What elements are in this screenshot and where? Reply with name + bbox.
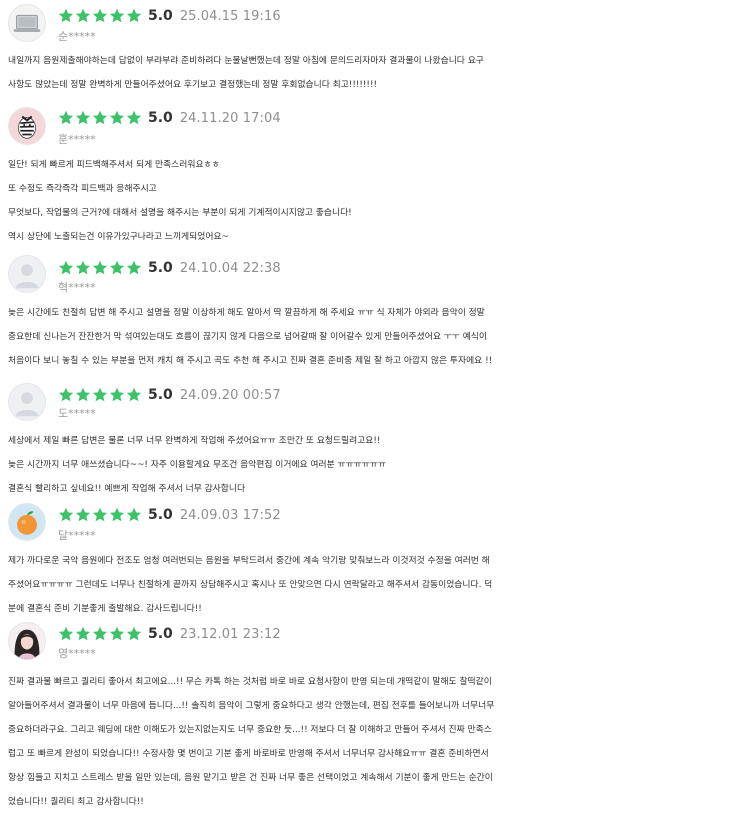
reviewer-name: 도*****	[58, 407, 96, 420]
star-icon	[92, 110, 108, 125]
star-rating	[58, 387, 142, 403]
star-rating	[58, 507, 142, 523]
star-icon	[58, 110, 74, 125]
star-icon	[92, 626, 108, 641]
star-icon	[109, 507, 125, 522]
star-icon	[109, 387, 125, 402]
review-text-line: 진짜 결과물 빠르고 퀄리티 좋아서 최고에요...!! 무슨 카톡 하는 것처…	[8, 677, 492, 687]
review-date: 24.09.20 00:57	[179, 387, 281, 403]
rating-row: 5.0 24.11.20 17:04	[58, 108, 281, 128]
rating-score: 5.0	[148, 260, 173, 276]
reviewer-name: 훈*****	[58, 133, 96, 146]
review-text-line: 늦은 시간에도 친절히 답변 해 주시고 설명을 정말 이상하게 해도 알아서 …	[8, 308, 485, 318]
star-icon	[58, 507, 74, 522]
review-date: 23.12.01 23:12	[179, 626, 281, 642]
star-icon	[92, 8, 108, 23]
star-icon	[126, 626, 142, 641]
review-text-line: 내일까지 음원제출해야하는데 답없이 부랴부랴 준비하려다 눈물날뻔했는데 정말…	[8, 56, 484, 66]
rating-score: 5.0	[148, 387, 173, 403]
review-text-line: 중요한데 신나는거 잔잔한거 막 섞여있는대도 흐름이 끊기지 않게 다음으로 …	[8, 332, 487, 342]
review-text-line: 럽고 또 빠르게 완성이 되었습니다!! 수정사항 몇 번이고 기분 좋게 바로…	[8, 749, 489, 759]
review-text-line: 무엇보다, 작업물의 근거?에 대해서 설명을 해주시는 부분이 되게 기계적이…	[8, 208, 352, 218]
review-date: 24.11.20 17:04	[179, 110, 281, 126]
star-icon	[58, 260, 74, 275]
rating-row: 5.0 24.09.03 17:52	[58, 505, 281, 525]
review-date: 24.10.04 22:38	[179, 260, 281, 276]
star-icon	[75, 626, 91, 641]
zebra-avatar	[8, 107, 46, 145]
rating-row: 5.0 25.04.15 19:16	[58, 6, 281, 26]
portrait-avatar	[8, 622, 46, 660]
rating-row: 5.0 24.10.04 22:38	[58, 258, 281, 278]
star-icon	[58, 8, 74, 23]
star-rating	[58, 8, 142, 24]
rating-score: 5.0	[148, 626, 173, 642]
review-text-line: 주셨어요ㅠㅠㅠㅠ 그런데도 너무나 친절하게 끝까지 상담해주시고 혹시나 또 …	[8, 580, 493, 590]
review-text-line: 또 수정도 즉각즉각 피드백과 응해주시고	[8, 184, 157, 194]
review-text: 진짜 결과물 빠르고 퀄리티 좋아서 최고에요...!! 무슨 카톡 하는 것처…	[8, 670, 736, 814]
review-text-line: 사항도 많았는데 정말 완벽하게 만들어주셨어요 후기보고 결정했는데 정말 후…	[8, 80, 378, 90]
star-icon	[109, 110, 125, 125]
review-text: 내일까지 음원제출해야하는데 답없이 부랴부랴 준비하려다 눈물날뻔했는데 정말…	[8, 49, 736, 97]
reviewer-name: 혁*****	[58, 281, 96, 294]
review-text-line: 분에 결혼식 준비 기분좋게 출발해요. 감사드립니다!!	[8, 604, 202, 614]
rating-score: 5.0	[148, 8, 173, 24]
review-text: 늦은 시간에도 친절히 답변 해 주시고 설명을 정말 이상하게 해도 알아서 …	[8, 301, 736, 373]
review-text-line: 항상 힘들고 지치고 스트레스 받을 일만 있는데, 음원 맡기고 받은 건 진…	[8, 773, 493, 783]
rating-row: 5.0 23.12.01 23:12	[58, 624, 281, 644]
star-rating	[58, 626, 142, 642]
star-icon	[75, 387, 91, 402]
star-icon	[75, 507, 91, 522]
review-text-line: 알아들어주셔서 결과물이 너무 마음에 듭니다...!! 솔직히 음악이 그렇게…	[8, 701, 495, 711]
review-date: 24.09.03 17:52	[179, 507, 281, 523]
star-icon	[75, 110, 91, 125]
rating-score: 5.0	[148, 110, 173, 126]
star-icon	[58, 387, 74, 402]
star-icon	[109, 8, 125, 23]
review-text: 세상에서 제일 빠른 답변은 물론 너무 너무 완벽하게 작업해 주셨어요ㅠㅠ …	[8, 429, 736, 501]
star-icon	[109, 626, 125, 641]
star-icon	[92, 507, 108, 522]
star-icon	[126, 507, 142, 522]
review-text: 제가 까다로운 국악 음원에다 전조도 엄청 여러번되는 음원을 부탁드려서 중…	[8, 549, 736, 621]
rating-score: 5.0	[148, 507, 173, 523]
review-text-line: 세상에서 제일 빠른 답변은 물론 너무 너무 완벽하게 작업해 주셨어요ㅠㅠ …	[8, 436, 381, 446]
star-rating	[58, 260, 142, 276]
star-icon	[126, 110, 142, 125]
star-icon	[109, 260, 125, 275]
star-icon	[58, 626, 74, 641]
review-text-line: 제가 까다로운 국악 음원에다 전조도 엄청 여러번되는 음원을 부탁드려서 중…	[8, 556, 490, 566]
review-date: 25.04.15 19:16	[179, 8, 281, 24]
review-text-line: 중요하더라구요. 그리고 웨딩에 대한 이해도가 있는지없는지도 너무 중요한 …	[8, 725, 492, 735]
star-icon	[75, 260, 91, 275]
reviewer-name: 영*****	[58, 647, 96, 660]
default-avatar	[8, 383, 46, 421]
review-text: 일단! 되게 빠르게 피드백해주셔서 되게 만족스러워요ㅎㅎ 또 수정도 즉각즉각…	[8, 153, 736, 249]
star-rating	[58, 110, 142, 126]
star-icon	[126, 387, 142, 402]
star-icon	[92, 260, 108, 275]
review-text-line: 었습니다!! 퀄리티 최고 감사합니다!!	[8, 797, 144, 807]
star-icon	[75, 8, 91, 23]
review-text-line: 늦은 시간까지 너무 애쓰셨습니다~~! 자주 이용할게요 무조건 음악편집 이…	[8, 460, 387, 470]
star-icon	[92, 387, 108, 402]
laptop-avatar	[8, 4, 46, 42]
review-text-line: 결혼식 빨리하고 싶네요!! 예쁘게 작업해 주셔서 너무 감사합니다	[8, 484, 246, 494]
reviewer-name: 순*****	[58, 30, 96, 43]
rating-row: 5.0 24.09.20 00:57	[58, 385, 281, 405]
review-text-line: 처음이다 보니 놓칠 수 있는 부분을 먼저 캐치 해 주시고 곡도 추천 해 …	[8, 356, 493, 366]
default-avatar	[8, 255, 46, 293]
star-icon	[126, 260, 142, 275]
reviewer-name: 달*****	[58, 529, 96, 542]
review-text-line: 역시 상단에 노출되는건 이유가있구나라고 느끼게되었어요~	[8, 232, 229, 242]
orange-avatar	[8, 503, 46, 541]
review-text-line: 일단! 되게 빠르게 피드백해주셔서 되게 만족스러워요ㅎㅎ	[8, 160, 220, 170]
star-icon	[126, 8, 142, 23]
